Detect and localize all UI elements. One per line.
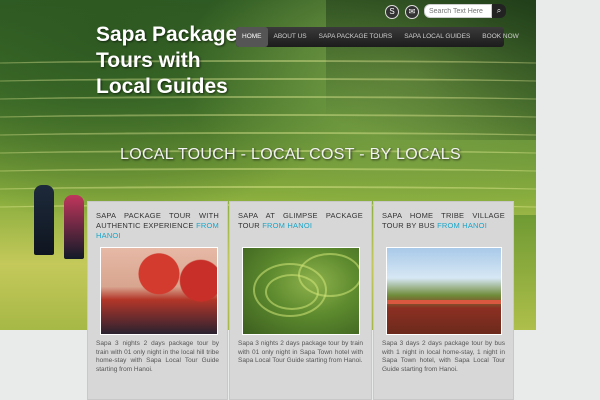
hero-edge-hill [514,215,536,330]
tour-image[interactable] [242,247,360,335]
hiker-figure [34,185,54,255]
site-title[interactable]: Sapa Package Tours with Local Guides [96,22,246,100]
nav-book-now[interactable]: BOOK NOW [476,27,524,47]
hiker-figure [64,195,84,259]
terrace-ring [298,253,359,297]
skype-icon[interactable]: S [385,5,399,19]
nav-sapa-local-guides[interactable]: SAPA LOCAL GUIDES [398,27,476,47]
terrace-line [0,168,536,178]
tour-title-highlight: from Hanoi [437,221,487,230]
tour-image[interactable] [386,247,502,335]
email-icon[interactable]: ✉ [405,5,419,19]
nav-sapa-package-tours[interactable]: SAPA PACKAGE TOURS [313,27,399,47]
main-nav: HOME ABOUT US SAPA PACKAGE TOURS SAPA LO… [236,27,519,47]
tour-panel: Sapa at glimpse package tour from Hanoi … [229,201,372,400]
tour-description: Sapa 3 nights 2 days package tour by tra… [96,340,219,373]
nav-about-us[interactable]: ABOUT US [268,27,313,47]
tour-title[interactable]: Sapa at glimpse package tour from Hanoi [238,211,363,231]
search-icon[interactable]: ⌕ [492,4,506,18]
terrace-line [0,60,536,70]
terrace-line [0,96,536,106]
tour-description: Sapa 3 days 2 days package tour by bus w… [382,340,505,373]
social-icons: S ✉ [385,5,419,19]
tour-title-highlight: from Hanoi [262,221,313,230]
terrace-line [0,132,536,142]
tour-image[interactable] [100,247,218,335]
tour-title[interactable]: Sapa home tribe village tour by bus from… [382,211,505,231]
search-box: ⌕ [424,4,506,18]
site-tagline: LOCAL TOUCH - LOCAL COST - BY LOCALS [120,146,461,163]
page-background [536,0,600,330]
balcony-rail [387,300,501,304]
search-input[interactable] [424,4,492,18]
tour-panel: Sapa package tour with authentic experie… [87,201,228,400]
tour-description: Sapa 3 nights 2 days package tour by tra… [238,340,363,364]
nav-home[interactable]: HOME [236,27,268,47]
terrace-line [0,186,536,196]
tour-title[interactable]: Sapa package tour with authentic experie… [96,211,219,241]
terrace-line [0,78,536,88]
tour-panel: Sapa home tribe village tour by bus from… [373,201,514,400]
terrace-line [0,114,536,124]
